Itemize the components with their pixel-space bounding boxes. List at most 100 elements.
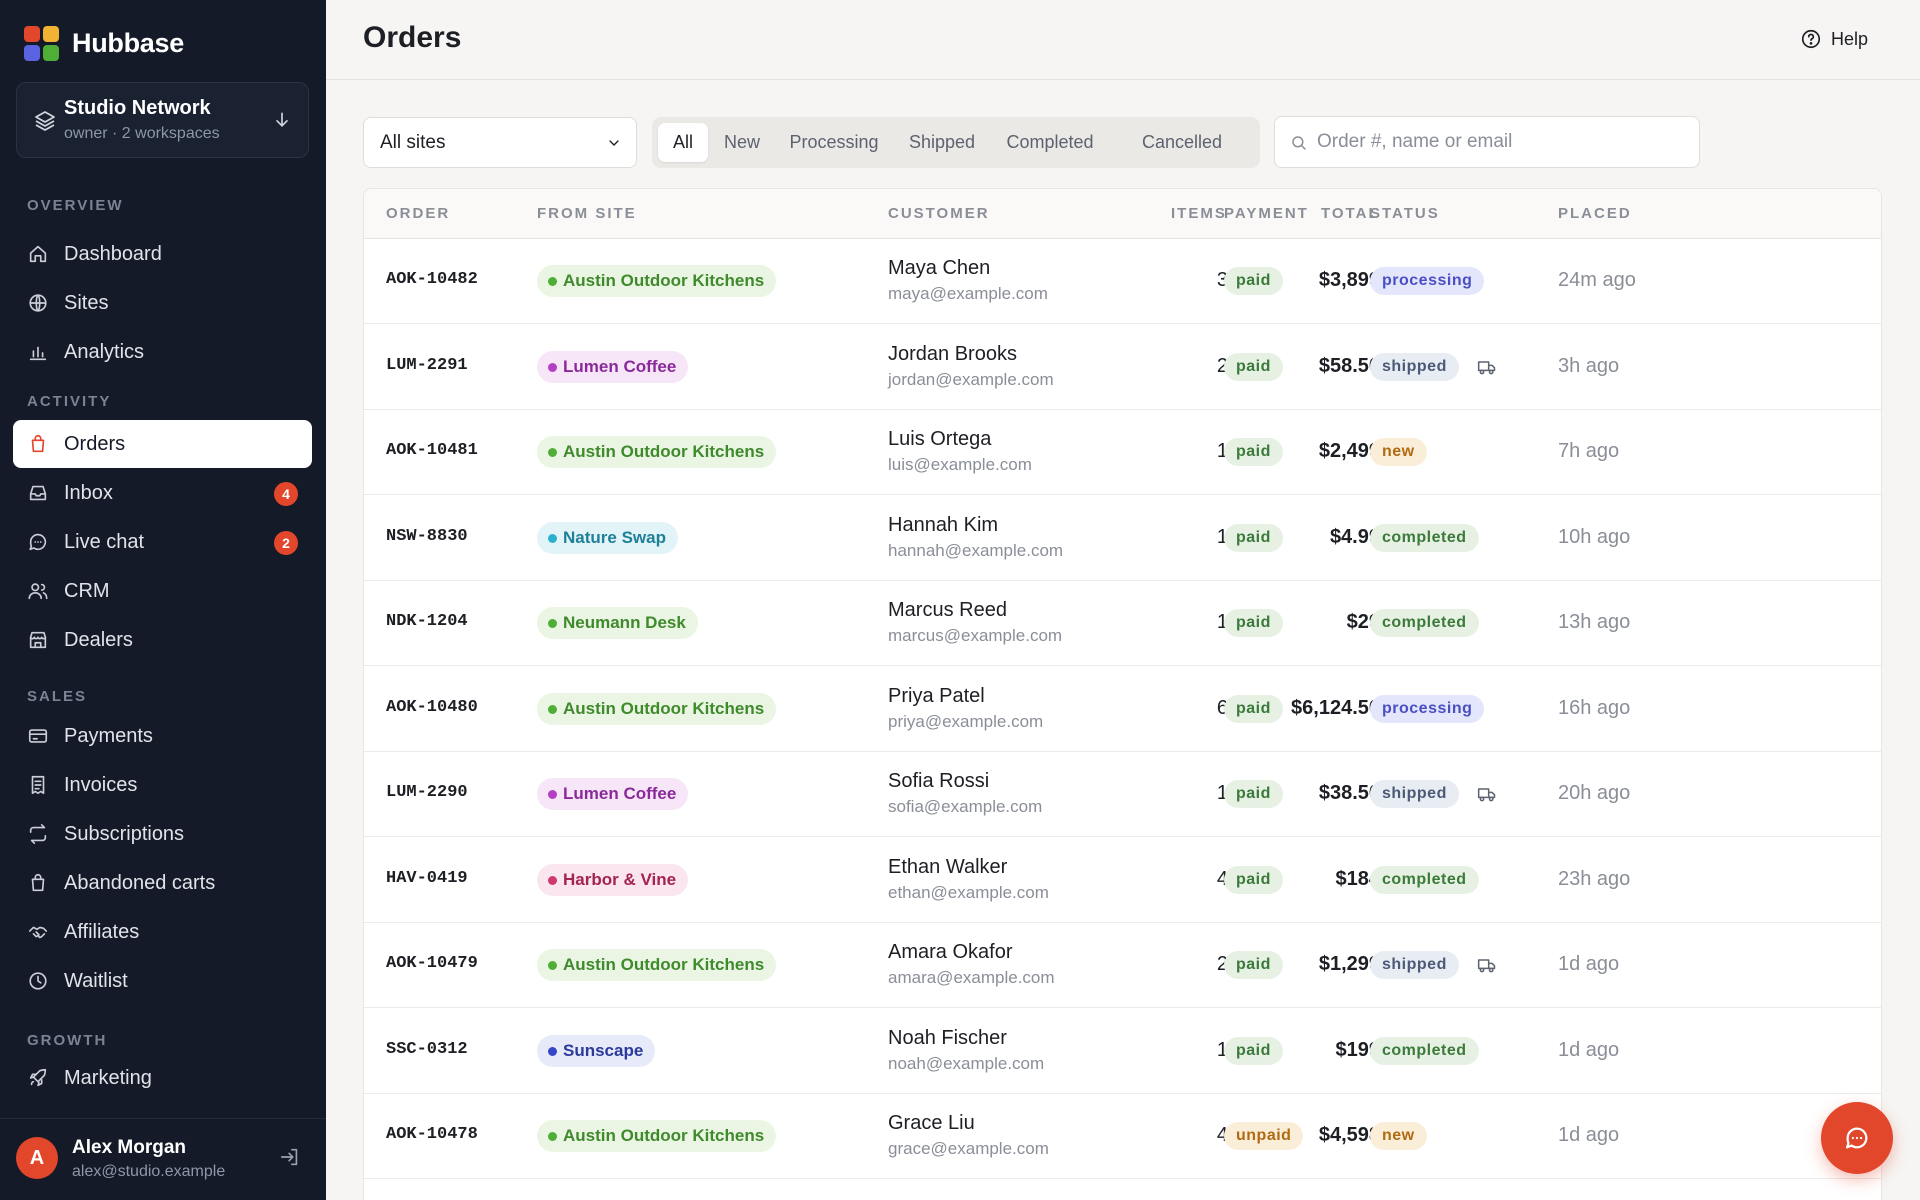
sidebar-item-subscriptions[interactable]: Subscriptions [13,810,312,858]
column-header-from-site[interactable]: FROM SITE [537,205,637,222]
sidebar-item-dealers[interactable]: Dealers [13,616,312,664]
payment-badge: unpaid [1224,1122,1304,1150]
help-button[interactable]: Help [1800,28,1868,50]
status-tabs: All New Processing Shipped Completed Can… [652,117,1260,168]
table-row[interactable]: AOK-10482 Austin Outdoor Kitchens Maya Che… [364,239,1881,324]
workspace-switcher[interactable]: Studio Network owner · 2 workspaces [16,82,309,158]
item-count: 6 [1216,696,1228,719]
table-row[interactable]: HAV-0419 Harbor & Vine Ethan Walker ethan@e… [364,838,1881,923]
tab-new[interactable]: New [712,123,772,162]
customer-email: marcus@example.com [888,626,1063,645]
order-number[interactable]: HAV-0419 [386,869,468,888]
site-badge: Nature Swap [537,521,678,554]
tab-completed[interactable]: Completed [992,123,1108,162]
site-badge: Austin Outdoor Kitchens [537,692,777,725]
site-badge: Austin Outdoor Kitchens [537,436,777,468]
tab-cancelled[interactable]: Cancelled [1112,123,1252,162]
truck-icon [1477,959,1496,973]
user-profile[interactable]: A Alex Morgan alex@studio.example [0,1118,326,1200]
table-row[interactable]: AOK-10479 Austin Outdoor Kitchens Amara Ok… [364,923,1881,1008]
site-dot [548,790,557,799]
site-dot [548,362,557,372]
live-chat-button[interactable] [1821,1102,1893,1174]
table-row[interactable]: LUM-2290 Lumen Coffee Sofia Rossi sofia@exa… [364,752,1881,837]
sidebar-item-label: Inbox [64,482,113,504]
sidebar-item-dashboard[interactable]: Dashboard [13,230,312,278]
customer-name: Grace Liu [888,1112,975,1134]
workspace-name: Studio Network [64,97,211,119]
sidebar-item-label: Abandoned carts [64,872,216,894]
payment-badge: paid [1224,438,1283,466]
table-row[interactable]: NSW-8830 Nature Swap Hannah Kim hannah@exam… [364,496,1881,581]
column-header-placed[interactable]: PLACED [1558,205,1632,222]
order-number[interactable]: AOK-10481 [386,441,478,460]
tab-shipped[interactable]: Shipped [896,123,988,162]
sidebar-item-live-chat[interactable]: Live chat 2 [13,518,312,566]
status-badge: processing [1370,694,1485,723]
sidebar-item-label: Waitlist [64,970,128,992]
order-number[interactable]: LUM-2291 [386,356,468,375]
table-row[interactable]: AOK-10481 Austin Outdoor Kitchens Luis Ort… [364,410,1881,495]
site-dot [548,1132,557,1141]
sidebar-item-marketing[interactable]: Marketing [13,1054,312,1102]
column-header-customer[interactable]: CUSTOMER [888,205,990,222]
site-name: Austin Outdoor Kitchens [563,271,765,290]
order-number[interactable]: AOK-10482 [386,270,478,289]
sidebar-item-affiliates[interactable]: Affiliates [13,908,312,956]
column-header-status[interactable]: STATUS [1370,205,1440,222]
status-badge: shipped [1370,951,1459,979]
sidebar-item-orders[interactable]: Orders [13,420,312,468]
sidebar-item-label: Payments [64,725,153,747]
site-dot [548,875,557,885]
order-number[interactable]: AOK-10480 [386,698,478,717]
truck-icon [1477,360,1496,374]
user-email: alex@studio.example [72,1163,226,1180]
unread-count-badge: 2 [274,531,298,555]
sidebar-item-label: Marketing [64,1067,152,1089]
table-row[interactable]: AOK-10480 Austin Outdoor Kitchens Priya Pa… [364,667,1881,752]
sidebar-item-abandoned-carts[interactable]: Abandoned carts [13,859,312,907]
order-number[interactable]: NSW-8830 [386,527,468,546]
sidebar-item-payments[interactable]: Payments [13,712,312,760]
customer-name: Priya Patel [888,684,985,707]
table-row[interactable]: AOK-10478 Austin Outdoor Kitchens Grace Li… [364,1094,1881,1179]
customer-name: Amara Okafor [888,941,1013,963]
bag-icon [31,873,45,892]
placed-time: 1d ago [1558,1124,1620,1146]
brand[interactable]: Hubbase [24,26,184,61]
column-header-order[interactable]: ORDER [386,205,450,222]
payment-badge: paid [1224,1036,1283,1065]
status-badge: new [1370,438,1427,466]
column-header-payment[interactable]: PAYMENT [1224,205,1309,222]
order-number[interactable]: SSC-0312 [386,1040,468,1059]
tab-all[interactable]: All [658,123,708,162]
site-badge: Austin Outdoor Kitchens [537,949,777,981]
credit-card-icon [28,729,48,743]
customer-email: sofia@example.com [888,797,1043,816]
customer-email: jordan@example.com [888,369,1054,389]
order-number[interactable]: NDK-1204 [386,612,468,631]
site-badge: Sunscape [537,1034,656,1067]
placed-time: 16h ago [1558,696,1631,719]
sidebar-item-crm[interactable]: CRM [13,567,312,615]
tab-processing[interactable]: Processing [776,123,892,162]
sidebar-item-waitlist[interactable]: Waitlist [13,957,312,1005]
sidebar-item-analytics[interactable]: Analytics [13,328,312,376]
layers-icon [35,111,55,131]
sidebar-item-inbox[interactable]: Inbox 4 [13,469,312,517]
order-number[interactable]: AOK-10479 [386,954,478,973]
site-dot [548,448,557,457]
logout-icon[interactable] [279,1146,301,1168]
sidebar-item-sites[interactable]: Sites [13,279,312,327]
customer-name: Jordan Brooks [888,342,1017,365]
table-row[interactable]: LUM-2291 Lumen Coffee Jordan Brooks jordan@… [364,325,1881,410]
chevron-down-icon [276,112,288,128]
order-number[interactable]: LUM-2290 [386,783,468,802]
table-row[interactable]: SSC-0312 Sunscape Noah Fischer noah@example… [364,1009,1881,1094]
sidebar-item-invoices[interactable]: Invoices [13,761,312,809]
site-filter-select[interactable]: All sites [363,117,637,168]
column-header-items[interactable]: ITEMS [1171,205,1227,222]
table-row[interactable]: NDK-1204 Neumann Desk Marcus Reed marcus@ex… [364,581,1881,666]
search-input[interactable] [1317,117,1687,167]
order-number[interactable]: AOK-10478 [386,1125,478,1144]
